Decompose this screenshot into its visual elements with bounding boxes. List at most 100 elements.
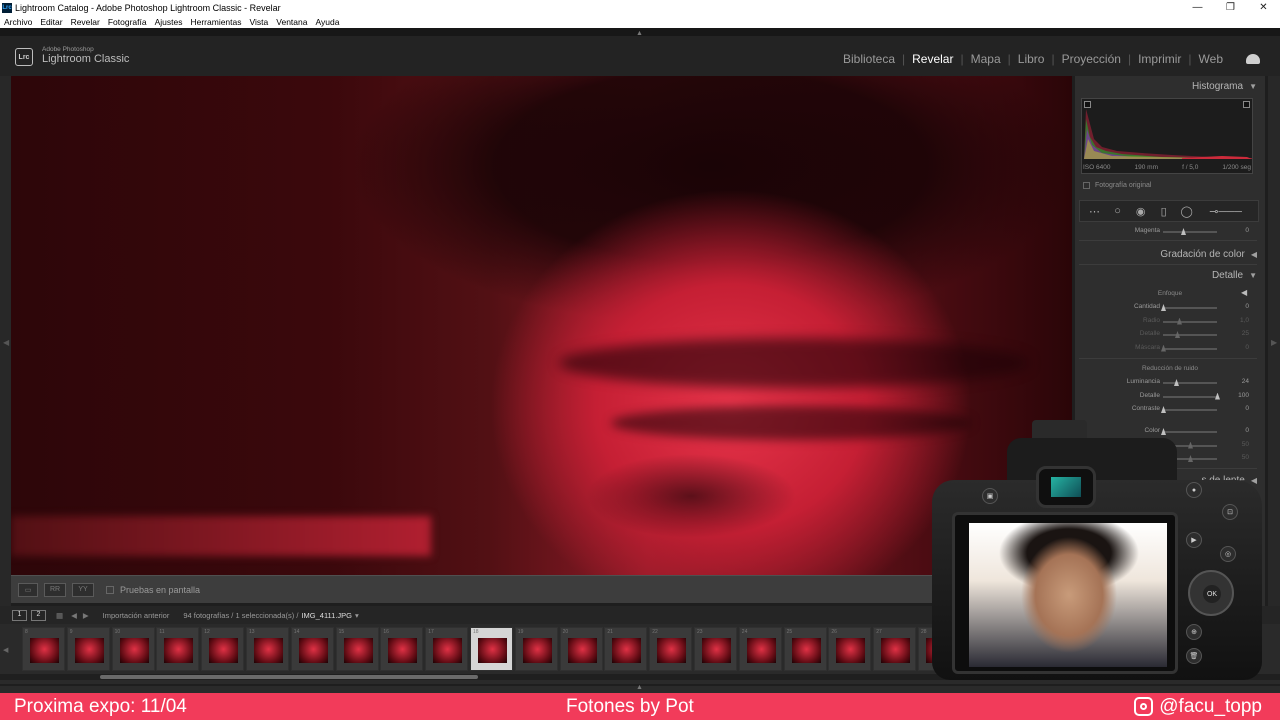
collapse-triangle-icon[interactable]: ▼: [1249, 82, 1257, 91]
module-libro[interactable]: Libro: [1011, 52, 1052, 66]
menu-ayuda[interactable]: Ayuda: [311, 17, 343, 27]
color-grading-header[interactable]: Gradación de color ◀: [1075, 244, 1265, 264]
close-button[interactable]: ✕: [1247, 2, 1280, 13]
bottom-panel-arrow-icon[interactable]: ▲: [636, 684, 643, 691]
crop-tool-icon[interactable]: ⋯: [1088, 204, 1101, 218]
maximize-button[interactable]: ❐: [1214, 2, 1247, 13]
module-imprimir[interactable]: Imprimir: [1131, 52, 1188, 66]
slider-track[interactable]: [1163, 409, 1217, 411]
filmstrip-thumbnail[interactable]: 10: [111, 627, 155, 671]
sharpening-slider[interactable]: Máscara 0: [1075, 343, 1265, 355]
viewfinder-glass: [1051, 477, 1081, 497]
filmstrip-thumbnail[interactable]: 24: [738, 627, 782, 671]
module-proyeccion[interactable]: Proyección: [1055, 52, 1128, 66]
filmstrip-thumbnail[interactable]: 20: [559, 627, 603, 671]
shadow-clipping-icon[interactable]: [1084, 101, 1091, 108]
noise-slider[interactable]: Contraste 0: [1075, 404, 1265, 416]
filmstrip-thumbnail[interactable]: 25: [783, 627, 827, 671]
filmstrip-thumbnail[interactable]: 15: [335, 627, 379, 671]
main-window-button[interactable]: 1: [12, 609, 27, 621]
filmstrip-thumbnail[interactable]: 26: [828, 627, 872, 671]
module-biblioteca[interactable]: Biblioteca: [836, 52, 902, 66]
sharpening-triangle-icon[interactable]: ◀: [1241, 288, 1247, 297]
highlight-clipping-icon[interactable]: [1243, 101, 1250, 108]
loupe-view-button[interactable]: ▭: [18, 582, 38, 597]
camera-button-icon: ●: [1186, 482, 1202, 498]
histogram-header[interactable]: Histograma ▼: [1075, 76, 1265, 96]
slider-track[interactable]: [1163, 231, 1217, 233]
menu-archivo[interactable]: Archivo: [0, 17, 36, 27]
filmstrip-thumbnail[interactable]: 17: [425, 627, 469, 671]
filmstrip-thumbnail[interactable]: 13: [246, 627, 289, 671]
filmstrip-thumbnail[interactable]: 21: [604, 627, 648, 671]
filmstrip-left-icon[interactable]: ◀: [3, 646, 8, 654]
slider-track[interactable]: [1163, 395, 1217, 398]
slider-track[interactable]: [1163, 320, 1217, 323]
camera-zoom-icon: ⊕: [1186, 624, 1202, 640]
filmstrip-thumbnail[interactable]: 22: [649, 627, 693, 671]
menu-herramientas[interactable]: Herramientas: [186, 17, 245, 27]
original-photo-checkbox[interactable]: [1083, 182, 1090, 189]
spot-removal-icon[interactable]: ○: [1111, 204, 1124, 218]
slider-track[interactable]: [1163, 347, 1217, 350]
noise-slider[interactable]: Detalle 100: [1075, 391, 1265, 403]
radial-filter-icon[interactable]: ◯: [1180, 204, 1193, 218]
filmstrip-thumbnail[interactable]: 19: [514, 627, 558, 671]
sharpening-slider[interactable]: Detalle 25: [1075, 329, 1265, 341]
filmstrip-source[interactable]: Importación anterior: [103, 611, 170, 620]
filmstrip-thumbnail[interactable]: 16: [380, 627, 424, 671]
cloud-sync-icon[interactable]: [1246, 54, 1260, 64]
noise-slider[interactable]: Luminancia 24: [1075, 377, 1265, 389]
module-mapa[interactable]: Mapa: [964, 52, 1008, 66]
menu-ventana[interactable]: Ventana: [272, 17, 311, 27]
magenta-slider[interactable]: Magenta 0: [1075, 226, 1265, 238]
filmstrip-thumbnail[interactable]: 23: [694, 627, 737, 671]
collapse-triangle-icon[interactable]: ▼: [1249, 271, 1257, 280]
forward-arrow-icon[interactable]: ▶: [83, 611, 89, 620]
banner-center-text: Fotones by Pot: [566, 695, 694, 717]
back-arrow-icon[interactable]: ◀: [71, 611, 77, 620]
histogram[interactable]: [1081, 98, 1253, 174]
noise-value: 0: [1245, 405, 1249, 412]
secondary-window-button[interactable]: 2: [31, 609, 46, 621]
sharpening-slider[interactable]: Cantidad 0: [1075, 302, 1265, 314]
red-eye-icon[interactable]: ◉: [1134, 204, 1147, 218]
sharpening-slider[interactable]: Radio 1,0: [1075, 316, 1265, 328]
adjustment-brush-icon[interactable]: ⊸───: [1203, 204, 1248, 218]
filename-dropdown-icon[interactable]: ▾: [355, 611, 359, 620]
filmstrip-thumbnail[interactable]: 9: [66, 627, 110, 671]
filmstrip-scroll-thumb[interactable]: [100, 675, 478, 679]
filmstrip-thumbnail[interactable]: 18: [470, 627, 513, 671]
filmstrip-thumbnail[interactable]: 27: [873, 627, 917, 671]
menu-editar[interactable]: Editar: [36, 17, 66, 27]
softproof-checkbox[interactable]: [106, 585, 114, 594]
slider-track[interactable]: [1163, 307, 1217, 309]
main-photo-view[interactable]: [11, 76, 1072, 575]
filmstrip-thumbnail[interactable]: 12: [201, 627, 245, 671]
menu-revelar[interactable]: Revelar: [67, 17, 104, 27]
original-photo-option[interactable]: Fotografía original: [1083, 182, 1151, 189]
left-panel-arrow-icon[interactable]: ◀: [3, 338, 9, 347]
filmstrip-thumbnail[interactable]: 14: [290, 627, 334, 671]
photo-detail: [11, 516, 431, 556]
menu-ajustes[interactable]: Ajustes: [151, 17, 187, 27]
filmstrip-thumbnail[interactable]: 11: [156, 627, 200, 671]
graduated-filter-icon[interactable]: ▯: [1157, 204, 1170, 218]
menu-vista[interactable]: Vista: [246, 17, 273, 27]
detail-header[interactable]: Detalle ▼: [1075, 265, 1265, 285]
menu-fotografia[interactable]: Fotografía: [104, 17, 151, 27]
minimize-button[interactable]: —: [1181, 2, 1214, 13]
before-after-swap-button[interactable]: YY: [72, 582, 94, 597]
before-after-button[interactable]: RR: [44, 582, 66, 597]
right-panel-arrow-icon[interactable]: ▶: [1271, 338, 1277, 347]
module-web[interactable]: Web: [1192, 52, 1230, 66]
collapse-triangle-icon[interactable]: ◀: [1251, 250, 1257, 259]
slider-track[interactable]: [1163, 334, 1217, 336]
right-panel-toggle[interactable]: ▶: [1268, 76, 1280, 623]
filmstrip-filename[interactable]: IMG_4111.JPG: [301, 611, 352, 620]
left-panel-toggle[interactable]: ◀: [0, 76, 11, 623]
grid-view-icon[interactable]: ▦: [56, 611, 63, 620]
slider-track[interactable]: [1163, 382, 1217, 384]
filmstrip-thumbnail[interactable]: 8: [22, 627, 65, 671]
module-revelar[interactable]: Revelar: [905, 52, 960, 66]
